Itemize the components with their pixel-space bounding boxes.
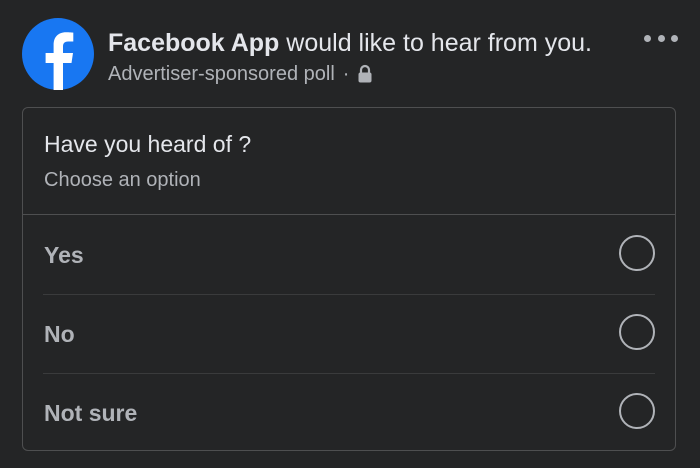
more-dot-icon [657,34,665,42]
radio-button[interactable] [619,393,655,429]
post-title: Facebook App would like to hear from you… [108,27,592,59]
lock-icon [358,64,372,83]
divider [23,214,675,215]
poll-option-not-sure[interactable]: Not sure [43,374,655,453]
more-options-button[interactable] [644,28,678,48]
author-name[interactable]: Facebook App [108,29,279,57]
option-label: Not sure [44,400,138,426]
sponsored-label: Advertiser-sponsored poll [108,63,335,85]
more-dot-icon [644,34,651,42]
facebook-logo-icon[interactable] [22,18,94,90]
more-dot-icon [671,34,678,42]
poll-card: Have you heard of ? Choose an option Yes… [22,107,676,451]
post-header: Facebook App would like to hear from you… [0,0,700,100]
subtitle-separator: · [342,63,350,85]
poll-question: Have you heard of ? [44,131,252,157]
radio-button[interactable] [619,314,655,350]
headline-text: would like to hear from you. [279,29,592,57]
poll-option-no[interactable]: No [43,295,655,374]
poll-hint: Choose an option [44,169,201,191]
option-label: No [44,321,75,347]
poll-option-yes[interactable]: Yes [43,216,655,295]
radio-button[interactable] [619,235,655,271]
poll-options: Yes No Not sure [23,216,675,453]
post-subtitle: Advertiser-sponsored poll · [108,61,373,87]
option-label: Yes [44,242,84,268]
